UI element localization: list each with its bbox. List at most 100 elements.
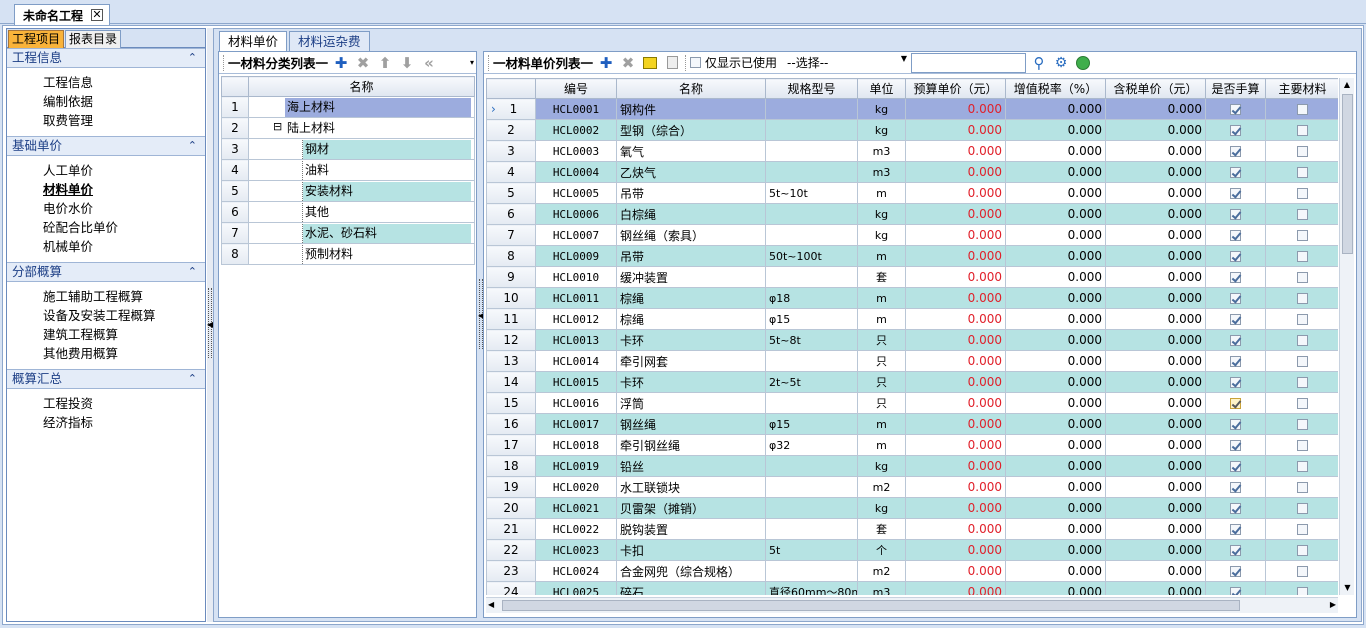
manual-calc-checkbox[interactable] bbox=[1230, 230, 1241, 241]
main-material-cell[interactable] bbox=[1265, 161, 1338, 183]
nav-group-header[interactable]: 基础单价 ⌃ bbox=[7, 136, 205, 156]
main-material-checkbox[interactable] bbox=[1297, 461, 1308, 472]
column-header[interactable]: 规格型号 bbox=[765, 78, 858, 99]
tax-rate-cell[interactable]: 0.000 bbox=[1005, 119, 1106, 141]
table-row[interactable]: 13 HCL0014 牵引网套只 0.000 0.000 0.000 bbox=[486, 350, 1338, 372]
name-cell[interactable]: 钢构件 bbox=[616, 98, 766, 120]
budget-price-cell[interactable]: 0.000 bbox=[905, 98, 1006, 120]
main-material-cell[interactable] bbox=[1265, 98, 1338, 120]
main-material-cell[interactable] bbox=[1265, 203, 1338, 225]
taxed-price-cell[interactable]: 0.000 bbox=[1105, 413, 1206, 435]
sidebar-item[interactable]: 取费管理 bbox=[43, 111, 205, 130]
manual-calc-checkbox[interactable] bbox=[1230, 314, 1241, 325]
spec-cell[interactable] bbox=[765, 518, 858, 540]
code-cell[interactable]: HCL0004 bbox=[535, 161, 617, 183]
category-name-cell[interactable]: 水泥、砂石料 bbox=[248, 222, 475, 244]
collapse-node-icon[interactable]: ⊟ bbox=[273, 120, 282, 133]
tax-rate-cell[interactable]: 0.000 bbox=[1005, 182, 1106, 204]
delete-icon[interactable]: ✖ bbox=[354, 54, 372, 72]
outdent-icon[interactable]: « bbox=[420, 54, 438, 72]
column-header[interactable]: 名称 bbox=[616, 78, 766, 99]
tax-rate-cell[interactable]: 0.000 bbox=[1005, 476, 1106, 498]
main-material-checkbox[interactable] bbox=[1297, 398, 1308, 409]
column-header[interactable]: 编号 bbox=[535, 78, 617, 99]
table-row[interactable]: 22 HCL0023 卡扣 5t 个 0.000 0.000 0.000 bbox=[486, 539, 1338, 561]
budget-price-cell[interactable]: 0.000 bbox=[905, 392, 1006, 414]
main-material-cell[interactable] bbox=[1265, 287, 1338, 309]
spec-cell[interactable]: 直径60mm～80mm bbox=[765, 581, 858, 595]
code-cell[interactable]: HCL0003 bbox=[535, 140, 617, 162]
category-name-cell[interactable]: 钢材 bbox=[248, 138, 475, 160]
main-material-cell[interactable] bbox=[1265, 497, 1338, 519]
budget-price-cell[interactable]: 0.000 bbox=[905, 308, 1006, 330]
unit-cell[interactable]: kg bbox=[857, 497, 906, 519]
sidebar-item[interactable]: 电价水价 bbox=[43, 199, 205, 218]
manual-calc-cell[interactable] bbox=[1205, 140, 1266, 162]
code-cell[interactable]: HCL0015 bbox=[535, 371, 617, 393]
sidebar-item[interactable]: 编制依据 bbox=[43, 92, 205, 111]
manual-calc-cell[interactable] bbox=[1205, 203, 1266, 225]
name-cell[interactable]: 棕绳 bbox=[616, 287, 766, 309]
tax-rate-cell[interactable]: 0.000 bbox=[1005, 392, 1106, 414]
tab-project[interactable]: 工程项目 bbox=[8, 30, 65, 48]
tax-rate-cell[interactable]: 0.000 bbox=[1005, 413, 1106, 435]
taxed-price-cell[interactable]: 0.000 bbox=[1105, 560, 1206, 582]
unit-cell[interactable]: m2 bbox=[857, 476, 906, 498]
code-cell[interactable]: HCL0017 bbox=[535, 413, 617, 435]
unit-cell[interactable]: m3 bbox=[857, 140, 906, 162]
name-cell[interactable]: 钢丝绳 bbox=[616, 413, 766, 435]
collapse-chevron-icon[interactable]: ⌃ bbox=[188, 49, 197, 67]
search-input[interactable] bbox=[911, 52, 1027, 73]
taxed-price-cell[interactable]: 0.000 bbox=[1105, 98, 1206, 120]
budget-price-cell[interactable]: 0.000 bbox=[905, 350, 1006, 372]
code-cell[interactable]: HCL0021 bbox=[535, 497, 617, 519]
spec-cell[interactable] bbox=[765, 497, 858, 519]
spec-cell[interactable]: 5t~8t bbox=[765, 329, 858, 351]
taxed-price-cell[interactable]: 0.000 bbox=[1105, 287, 1206, 309]
code-cell[interactable]: HCL0016 bbox=[535, 392, 617, 414]
main-material-cell[interactable] bbox=[1265, 413, 1338, 435]
taxed-price-cell[interactable]: 0.000 bbox=[1105, 455, 1206, 477]
manual-calc-cell[interactable] bbox=[1205, 392, 1266, 414]
tax-rate-cell[interactable]: 0.000 bbox=[1005, 371, 1106, 393]
table-row[interactable]: 2 HCL0002 型钢（综合） kg 0.000 0.000 0.000 bbox=[486, 119, 1338, 141]
main-material-cell[interactable] bbox=[1265, 581, 1338, 595]
tax-rate-cell[interactable]: 0.000 bbox=[1005, 350, 1106, 372]
name-cell[interactable]: 吊带 bbox=[616, 245, 766, 267]
table-row[interactable]: 12 HCL0013 卡环 5t~8t 只 0.000 0.000 0.000 bbox=[486, 329, 1338, 351]
scroll-right-icon[interactable]: ▶ bbox=[1330, 600, 1336, 609]
manual-calc-checkbox[interactable] bbox=[1230, 293, 1241, 304]
manual-calc-checkbox[interactable] bbox=[1230, 188, 1241, 199]
taxed-price-cell[interactable]: 0.000 bbox=[1105, 392, 1206, 414]
taxed-price-cell[interactable]: 0.000 bbox=[1105, 434, 1206, 456]
scroll-thumb[interactable] bbox=[502, 600, 1240, 611]
manual-calc-checkbox[interactable] bbox=[1230, 440, 1241, 451]
column-header[interactable]: 是否手算 bbox=[1205, 78, 1266, 99]
main-material-checkbox[interactable] bbox=[1297, 209, 1308, 220]
manual-calc-cell[interactable] bbox=[1205, 98, 1266, 120]
code-cell[interactable]: HCL0010 bbox=[535, 266, 617, 288]
category-row[interactable]: 1 海上材料 bbox=[221, 96, 475, 118]
sidebar-item[interactable]: 建筑工程概算 bbox=[43, 325, 205, 344]
toolbar-overflow-icon[interactable]: ▾ bbox=[470, 58, 474, 67]
main-material-cell[interactable] bbox=[1265, 329, 1338, 351]
table-row[interactable]: 21 HCL0022 脱钩装置套 0.000 0.000 0.000 bbox=[486, 518, 1338, 540]
spec-cell[interactable]: φ15 bbox=[765, 308, 858, 330]
unit-cell[interactable]: 只 bbox=[857, 329, 906, 351]
document-tab[interactable]: 未命名工程 ✕ bbox=[14, 4, 111, 25]
budget-price-cell[interactable]: 0.000 bbox=[905, 434, 1006, 456]
name-cell[interactable]: 吊带 bbox=[616, 182, 766, 204]
tax-rate-cell[interactable]: 0.000 bbox=[1005, 434, 1106, 456]
unit-cell[interactable]: kg bbox=[857, 224, 906, 246]
table-row[interactable]: › 1 HCL0001 钢构件 kg 0.000 0.000 0.000 bbox=[486, 98, 1338, 120]
manual-calc-cell[interactable] bbox=[1205, 560, 1266, 582]
main-material-checkbox[interactable] bbox=[1297, 167, 1308, 178]
main-material-cell[interactable] bbox=[1265, 119, 1338, 141]
category-name-cell[interactable]: 油料 bbox=[248, 159, 475, 181]
code-cell[interactable]: HCL0002 bbox=[535, 119, 617, 141]
unit-cell[interactable]: 只 bbox=[857, 371, 906, 393]
taxed-price-cell[interactable]: 0.000 bbox=[1105, 350, 1206, 372]
budget-price-cell[interactable]: 0.000 bbox=[905, 476, 1006, 498]
name-cell[interactable]: 铅丝 bbox=[616, 455, 766, 477]
manual-calc-cell[interactable] bbox=[1205, 434, 1266, 456]
